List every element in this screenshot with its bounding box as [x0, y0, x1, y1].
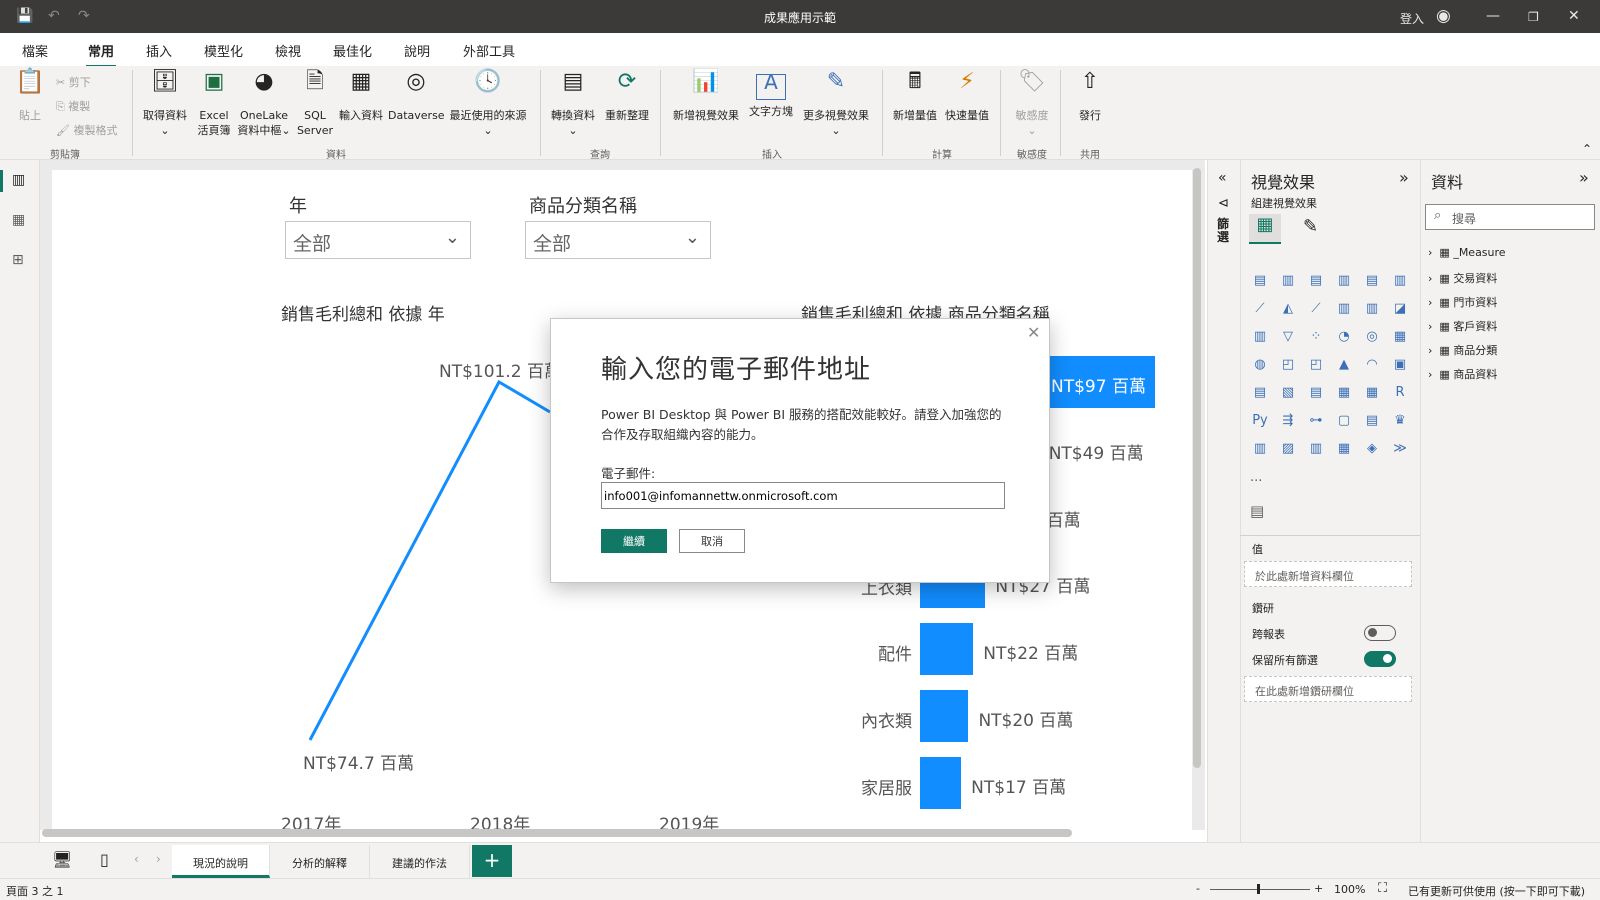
email-label: 電子郵件:: [601, 466, 656, 481]
cancel-button[interactable]: 取消: [679, 529, 745, 553]
email-field[interactable]: [601, 482, 1005, 509]
email-dialog: ✕ 輸入您的電子郵件地址 Power BI Desktop 與 Power BI…: [550, 318, 1050, 583]
dialog-title: 輸入您的電子郵件地址: [601, 355, 872, 385]
dialog-description: Power BI Desktop 與 Power BI 服務的搭配效能較好。請登…: [601, 407, 1002, 442]
continue-button[interactable]: 繼續: [601, 529, 667, 553]
powerbi-window: 💾 ↶ ↷ 成果應用示範 登入 ◉ — ❐ ✕ 檔案 常用 插入 模型化 檢視 …: [0, 0, 1600, 900]
close-icon[interactable]: ✕: [1027, 323, 1040, 342]
